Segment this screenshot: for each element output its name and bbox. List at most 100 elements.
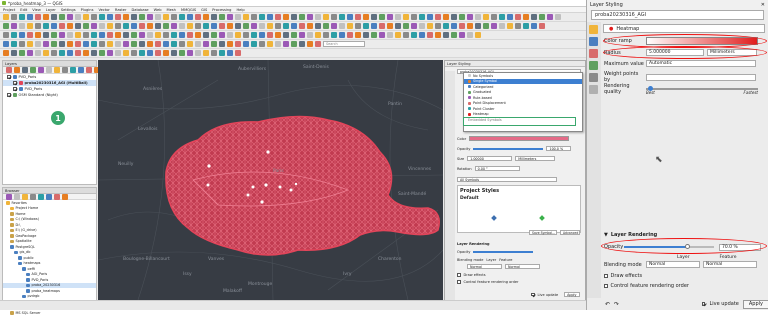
toolbar-icon[interactable] [83, 50, 89, 56]
toolbar-icon[interactable] [171, 14, 177, 20]
toolbar-icon[interactable] [203, 14, 209, 20]
live-update-checkbox-left[interactable] [531, 292, 535, 297]
toolbar-icon[interactable] [267, 41, 273, 47]
toolbar-icon[interactable] [403, 14, 409, 20]
toolbar-icon[interactable] [11, 50, 17, 56]
toolbar-icon[interactable] [43, 14, 49, 20]
toolbar-icon[interactable] [27, 14, 33, 20]
toolbar-icon[interactable] [507, 14, 513, 20]
toolbar-icon[interactable] [307, 23, 313, 29]
toolbar-icon[interactable] [35, 14, 41, 20]
toolbar-icon[interactable] [387, 14, 393, 20]
renderer-dropdown[interactable]: No Symbols Single Symbol Categorized Gradua… [463, 72, 583, 132]
toolbar-icon[interactable] [123, 23, 129, 29]
toolbar-icon[interactable] [91, 50, 97, 56]
toolbar-icon[interactable] [163, 14, 169, 20]
toolbar-icon[interactable] [27, 32, 33, 38]
toolbar-icon[interactable] [539, 14, 545, 20]
toolbar-icon[interactable] [291, 14, 297, 20]
toolbar-icon[interactable] [507, 23, 513, 29]
weight-select[interactable] [646, 73, 756, 81]
toolbar-icon[interactable] [347, 23, 353, 29]
toolbar-icon[interactable] [331, 14, 337, 20]
toolbar-icon[interactable] [179, 32, 185, 38]
toolbar-icon[interactable] [195, 41, 201, 47]
toolbar-icon[interactable] [267, 14, 273, 20]
toolbar-icon[interactable] [219, 32, 225, 38]
toolbar-icon[interactable] [99, 14, 105, 20]
toolbar-icon[interactable] [19, 41, 25, 47]
toolbar-icon[interactable] [35, 23, 41, 29]
toolbar-icon[interactable] [107, 23, 113, 29]
toolbar-icon[interactable] [59, 14, 65, 20]
toolbar-icon[interactable] [43, 41, 49, 47]
toolbar-icon[interactable] [54, 67, 60, 73]
size-unit[interactable]: Millimeters [515, 156, 556, 161]
toolbar-icon[interactable] [315, 32, 321, 38]
toolbar-icon[interactable] [427, 14, 433, 20]
toolbar-icon[interactable] [19, 50, 25, 56]
layer-visibility-checkbox[interactable] [13, 87, 17, 91]
blend-feature-select[interactable]: Normal [703, 261, 757, 268]
toolbar-icon[interactable] [3, 50, 9, 56]
toolbar-icon[interactable] [283, 14, 289, 20]
toolbar-icon[interactable] [211, 50, 217, 56]
toolbar-icon[interactable] [179, 50, 185, 56]
control-order-checkbox[interactable] [604, 284, 608, 288]
toolbar-icon[interactable] [51, 32, 57, 38]
blend-layer-select-left[interactable]: Normal [467, 264, 502, 269]
blend-feature-select-left[interactable]: Normal [505, 264, 540, 269]
toolbar-icon[interactable] [515, 14, 521, 20]
toolbar-icon[interactable] [155, 23, 161, 29]
toolbar-icon[interactable] [267, 23, 273, 29]
history-tab-icon[interactable] [589, 85, 598, 94]
search-input[interactable]: Search [323, 41, 365, 47]
toolbar-icon[interactable] [227, 32, 233, 38]
toolbar-icon[interactable] [187, 41, 193, 47]
toolbar-icon[interactable] [339, 14, 345, 20]
toolbar-icon[interactable] [139, 50, 145, 56]
toolbar-icon[interactable] [331, 32, 337, 38]
toolbar-icon[interactable] [451, 23, 457, 29]
blue-symbol-icon[interactable] [491, 215, 497, 221]
toolbar-icon[interactable] [491, 23, 497, 29]
toolbar-icon[interactable] [371, 32, 377, 38]
toolbar-icon[interactable] [203, 41, 209, 47]
toolbar-icon[interactable] [251, 41, 257, 47]
toolbar-icon[interactable] [275, 14, 281, 20]
toolbar-icon[interactable] [75, 50, 81, 56]
menu-item-layer[interactable]: Layer [46, 8, 56, 12]
toolbar-icon[interactable] [219, 14, 225, 20]
toolbar-icon[interactable] [395, 32, 401, 38]
toolbar-icon[interactable] [107, 50, 113, 56]
toolbar-icon[interactable] [243, 32, 249, 38]
toolbar-icon[interactable] [75, 41, 81, 47]
toolbar-icon[interactable] [38, 67, 44, 73]
toolbar-icon[interactable] [38, 193, 44, 200]
toolbar-icon[interactable] [523, 14, 529, 20]
toolbar-icon[interactable] [3, 41, 9, 47]
green-symbol-icon[interactable] [539, 215, 545, 221]
toolbar-icon[interactable] [3, 32, 9, 38]
toolbar-icon[interactable] [59, 23, 65, 29]
toolbar-icon[interactable] [155, 50, 161, 56]
toolbar-icon[interactable] [107, 41, 113, 47]
toolbar-icon[interactable] [483, 23, 489, 29]
layer-item[interactable]: OSM Standard (Night) [3, 92, 96, 98]
toolbar-icon[interactable] [155, 32, 161, 38]
toolbar-icon[interactable] [443, 23, 449, 29]
toolbar-icon[interactable] [459, 32, 465, 38]
menu-item-web[interactable]: Web [154, 8, 162, 12]
toolbar-icon[interactable] [131, 41, 137, 47]
toolbar-icon[interactable] [211, 23, 217, 29]
toolbar-icon[interactable] [54, 193, 60, 200]
toolbar-icon[interactable] [203, 32, 209, 38]
toolbar-icon[interactable] [243, 23, 249, 29]
toolbar-icon[interactable] [163, 23, 169, 29]
rotation-input[interactable]: 0.00 ° [474, 166, 520, 171]
toolbar-icon[interactable] [427, 23, 433, 29]
symbology-tab-icon[interactable] [589, 25, 598, 34]
toolbar-icon[interactable] [171, 32, 177, 38]
toolbar-icon[interactable] [219, 41, 225, 47]
toolbar-icon[interactable] [67, 41, 73, 47]
